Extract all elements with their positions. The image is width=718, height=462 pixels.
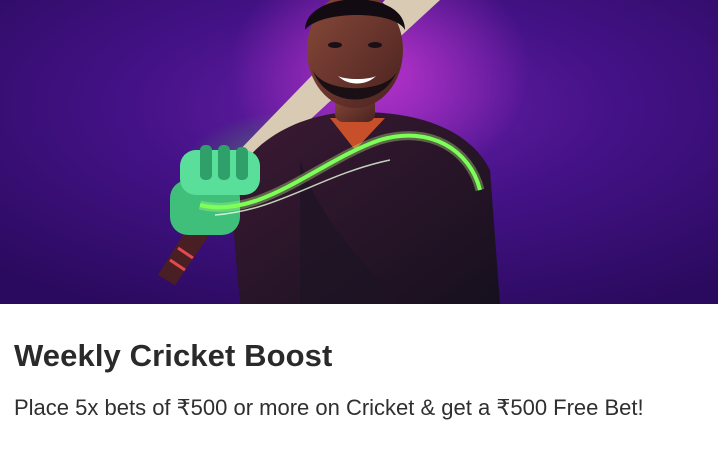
promo-description: Place 5x bets of ₹500 or more on Cricket…: [14, 395, 644, 420]
promo-title: Weekly Cricket Boost: [14, 338, 333, 373]
promo-card[interactable]: Weekly Cricket Boost Place 5x bets of ₹5…: [0, 0, 718, 462]
cricket-player-illustration: [0, 0, 718, 304]
promo-banner-image: [0, 0, 718, 304]
